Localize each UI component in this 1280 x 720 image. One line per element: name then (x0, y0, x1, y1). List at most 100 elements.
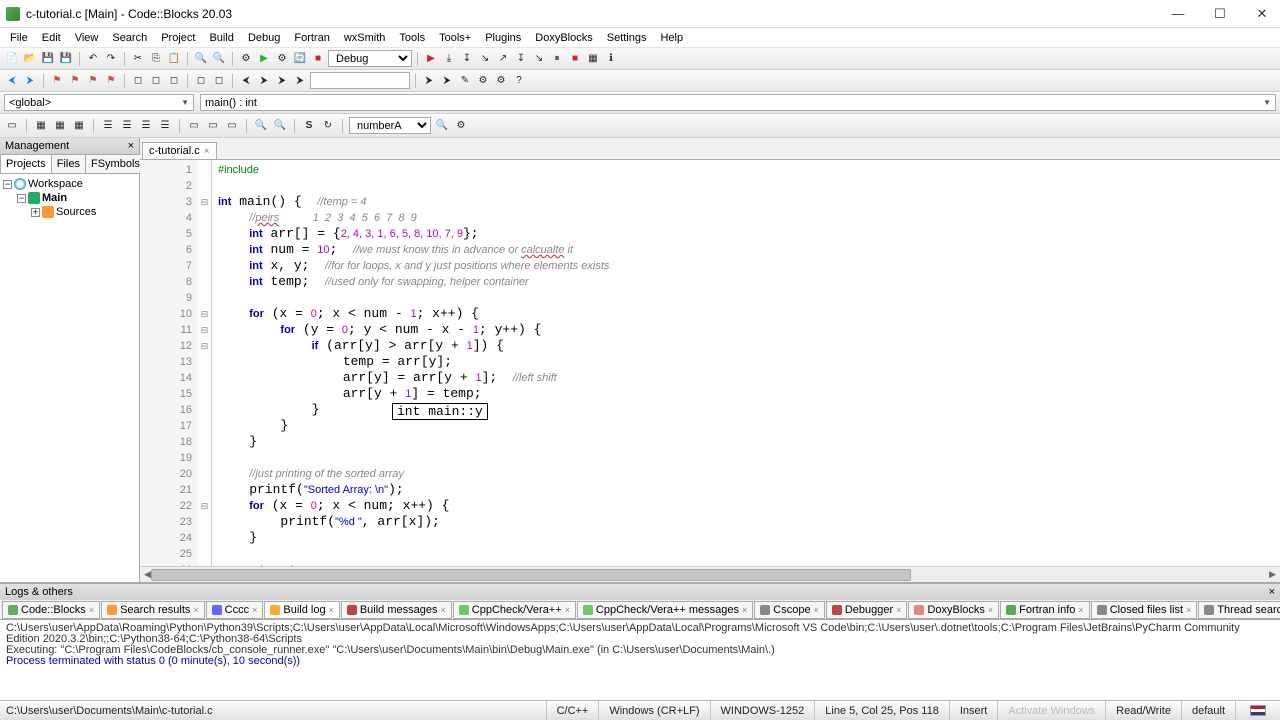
goto-input[interactable] (310, 72, 410, 89)
save-icon[interactable]: 💾 (40, 51, 56, 67)
log-tab-cccc[interactable]: Cccc× (206, 601, 264, 619)
project-tree[interactable]: − Workspace − Main + Sources (0, 174, 139, 582)
copy-icon[interactable]: ⎘ (148, 51, 164, 67)
build-icon[interactable]: ⚙ (238, 51, 254, 67)
logs-close-icon[interactable]: × (1269, 586, 1275, 598)
log-tab-build-log[interactable]: Build log× (264, 601, 339, 619)
expand-icon[interactable]: − (17, 194, 26, 203)
abort-icon[interactable]: ■ (310, 51, 326, 67)
log-tab-code-blocks[interactable]: Code::Blocks× (2, 601, 100, 619)
log-tab-doxyblocks[interactable]: DoxyBlocks× (908, 601, 999, 619)
layout-g-icon[interactable]: ☰ (157, 118, 173, 134)
log-tab-search-results[interactable]: Search results× (101, 601, 205, 619)
tab-files[interactable]: Files (51, 154, 86, 173)
menu-toolsplus[interactable]: Tools+ (433, 30, 477, 46)
menu-file[interactable]: File (4, 30, 34, 46)
new-file-icon[interactable]: 📄 (4, 51, 20, 67)
doxy-a-icon[interactable]: ◻ (130, 73, 146, 89)
build-run-icon[interactable]: ⚙ (274, 51, 290, 67)
refresh-c-icon[interactable]: ↻ (320, 118, 336, 134)
select-icon[interactable]: ▭ (4, 118, 20, 134)
layout-f-icon[interactable]: ☰ (138, 118, 154, 134)
horizontal-scrollbar[interactable]: ◀ ▶ (140, 566, 1280, 582)
hl-f-icon[interactable]: ? (511, 73, 527, 89)
expand-icon[interactable]: + (31, 208, 40, 217)
save-all-icon[interactable]: 💾 (58, 51, 74, 67)
log-tab-thread-search[interactable]: Thread search× (1198, 601, 1280, 619)
tree-sources[interactable]: + Sources (3, 205, 136, 219)
log-tab-cscope[interactable]: Cscope× (754, 601, 825, 619)
brk-b-icon[interactable]: ▭ (205, 118, 221, 134)
log-tab-debugger[interactable]: Debugger× (826, 601, 908, 619)
menu-help[interactable]: Help (654, 30, 689, 46)
layout-c-icon[interactable]: ▦ (71, 118, 87, 134)
stop-debug-icon[interactable]: ■ (567, 51, 583, 67)
menu-edit[interactable]: Edit (36, 30, 67, 46)
symbol-search-select[interactable]: numberA (349, 117, 431, 134)
layout-e-icon[interactable]: ☰ (119, 118, 135, 134)
bold-s-icon[interactable]: S (301, 118, 317, 134)
layout-a-icon[interactable]: ▦ (33, 118, 49, 134)
menu-plugins[interactable]: Plugins (479, 30, 527, 46)
nav-fwd-icon[interactable]: ⮞ (22, 73, 38, 89)
collapse-icon[interactable]: − (3, 180, 12, 189)
menu-view[interactable]: View (69, 30, 105, 46)
build-target-select[interactable]: Debug (328, 50, 412, 67)
info-icon[interactable]: ℹ (603, 51, 619, 67)
run-to-cursor-icon[interactable]: ⤓ (441, 51, 457, 67)
close-button[interactable]: ✕ (1250, 6, 1274, 22)
log-tab-closed-files-list[interactable]: Closed files list× (1091, 601, 1198, 619)
scope-right-select[interactable]: main() : int ▼ (200, 94, 1276, 111)
scrollbar-thumb[interactable] (151, 569, 911, 581)
break-icon[interactable]: ⏸ (549, 51, 565, 67)
layout-b-icon[interactable]: ▦ (52, 118, 68, 134)
menu-wxsmith[interactable]: wxSmith (338, 30, 392, 46)
undo-icon[interactable]: ↶ (85, 51, 101, 67)
debug-windows-icon[interactable]: ▦ (585, 51, 601, 67)
redo-icon[interactable]: ↷ (103, 51, 119, 67)
hl-b-icon[interactable]: ⮞ (439, 73, 455, 89)
doxy-e-icon[interactable]: ◻ (211, 73, 227, 89)
menu-settings[interactable]: Settings (601, 30, 653, 46)
layout-d-icon[interactable]: ☰ (100, 118, 116, 134)
bookmark-clear-icon[interactable]: ⚑ (103, 73, 119, 89)
search-go-icon[interactable]: 🔍 (434, 118, 450, 134)
log-tab-fortran-info[interactable]: Fortran info× (1000, 601, 1090, 619)
editor-tab-active[interactable]: c-tutorial.c × (142, 142, 217, 159)
cut-icon[interactable]: ✂ (130, 51, 146, 67)
next-instr-icon[interactable]: ↧ (513, 51, 529, 67)
open-file-icon[interactable]: 📂 (22, 51, 38, 67)
zoom-out-icon[interactable]: 🔍 (272, 118, 288, 134)
tree-workspace[interactable]: − Workspace (3, 177, 136, 191)
menu-doxyblocks[interactable]: DoxyBlocks (529, 30, 598, 46)
logs-body[interactable]: C:\Users\user\AppData\Roaming\Python\Pyt… (0, 620, 1280, 700)
step-into-icon[interactable]: ↘ (477, 51, 493, 67)
next-line-icon[interactable]: ↧ (459, 51, 475, 67)
code-viewport[interactable]: 1234567891011121314151617181920212223242… (140, 160, 1280, 566)
goto-last-icon[interactable]: ⮞ (274, 73, 290, 89)
menu-search[interactable]: Search (106, 30, 153, 46)
brk-a-icon[interactable]: ▭ (186, 118, 202, 134)
fold-margin[interactable]: ⊟⊟⊟⊟⊟ (198, 160, 212, 566)
hl-c-icon[interactable]: ✎ (457, 73, 473, 89)
paste-icon[interactable]: 📋 (166, 51, 182, 67)
doxy-b-icon[interactable]: ◻ (148, 73, 164, 89)
nav-back-icon[interactable]: ⮜ (4, 73, 20, 89)
find-icon[interactable]: 🔍 (193, 51, 209, 67)
goto-next-icon[interactable]: ⮞ (256, 73, 272, 89)
maximize-button[interactable]: ☐ (1208, 6, 1232, 22)
step-instr-icon[interactable]: ↘ (531, 51, 547, 67)
replace-icon[interactable]: 🔍 (211, 51, 227, 67)
scroll-left-icon[interactable]: ◀ (144, 569, 151, 580)
log-tab-build-messages[interactable]: Build messages× (341, 601, 452, 619)
bookmark-prev-icon[interactable]: ⚑ (67, 73, 83, 89)
tab-fsymbols[interactable]: FSymbols (85, 154, 146, 173)
menu-fortran[interactable]: Fortran (288, 30, 335, 46)
doxy-c-icon[interactable]: ◻ (166, 73, 182, 89)
run-icon[interactable]: ▶ (256, 51, 272, 67)
rebuild-icon[interactable]: 🔄 (292, 51, 308, 67)
minimize-button[interactable]: — (1166, 6, 1190, 22)
hl-a-icon[interactable]: ⮞ (421, 73, 437, 89)
tab-close-icon[interactable]: × (204, 146, 210, 157)
scope-left-select[interactable]: <global> ▼ (4, 94, 194, 111)
